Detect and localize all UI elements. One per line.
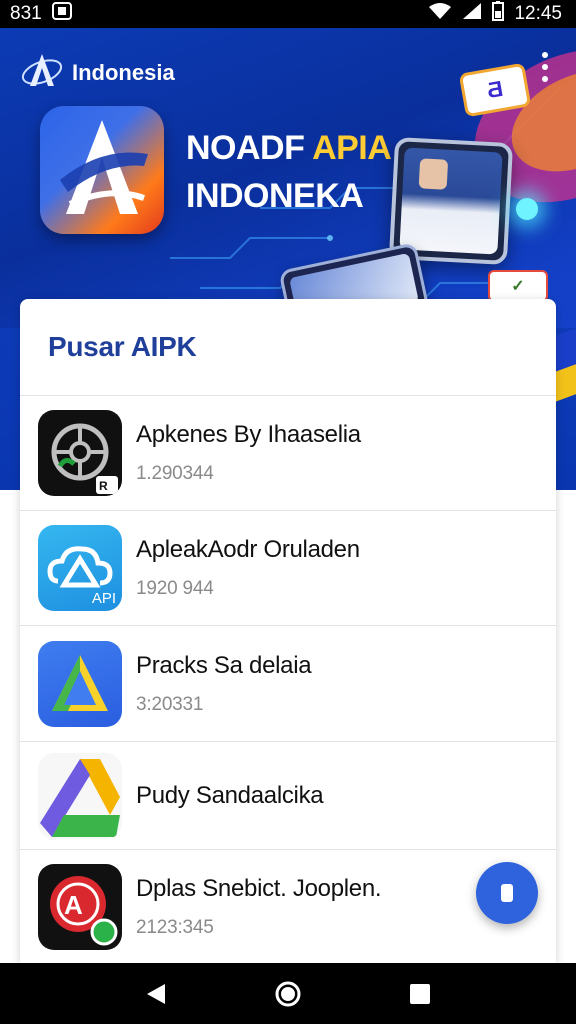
app-logo-icon: [40, 106, 164, 234]
dark-wheel-icon: R: [38, 410, 122, 496]
triangle-logo-icon: [38, 640, 122, 727]
app-icon-badge: API: [91, 590, 116, 607]
section-header: Pusar AIPK: [20, 299, 556, 396]
app-version: 2123:345: [136, 917, 214, 938]
svg-text:R: R: [99, 479, 108, 493]
app-list-item[interactable]: R Apkenes By Ihaaselia 1.290344: [20, 396, 556, 511]
home-icon[interactable]: [268, 974, 308, 1014]
section-title: Pusar AIPK: [48, 331, 197, 362]
app-list-item[interactable]: Pudy Sandaalcika: [20, 742, 556, 850]
app-list: R Apkenes By Ihaaselia 1.290344 API Aple…: [20, 396, 556, 963]
hero-title-b: APIA: [312, 129, 392, 167]
app-name: Dplas Snebict. Jooplen.: [136, 875, 382, 902]
back-icon[interactable]: [136, 974, 176, 1014]
app-list-card: Pusar AIPK R Apkenes By Ihaaselia 1.2903…: [20, 299, 556, 963]
signal-icon: [462, 2, 482, 26]
app-list-item[interactable]: API ApleakAodr Oruladen 1920 944: [20, 511, 556, 626]
recents-icon[interactable]: [400, 974, 440, 1014]
floating-action-button[interactable]: [476, 862, 538, 924]
app-version: 1.290344: [136, 463, 214, 484]
status-time-right: 12:45: [514, 3, 562, 24]
battery-icon: [492, 1, 505, 27]
app-name: Pudy Sandaalcika: [136, 781, 324, 809]
app-version: 3:20331: [136, 693, 204, 715]
cloud-icon: API: [38, 525, 122, 611]
wifi-icon: [428, 2, 452, 26]
brand-logo-icon: [20, 50, 64, 96]
brand-name: Indonesia: [72, 60, 175, 85]
app-version: 1920 944: [136, 578, 214, 599]
notification-icon: [51, 2, 72, 26]
red-a-icon: A: [38, 864, 122, 950]
app-list-item[interactable]: A Dplas Snebict. Jooplen. 2123:345: [20, 850, 556, 963]
drive-triangle-icon: [38, 752, 122, 839]
app-name: ApleakAodr Oruladen: [136, 536, 360, 563]
svg-text:A: A: [64, 890, 83, 920]
hero-badge-graphic: ✓: [488, 270, 548, 302]
hero-title-line2: INDONEKA: [186, 177, 364, 215]
system-navigation-bar: [0, 963, 576, 1024]
status-time-left: 831: [10, 3, 42, 24]
app-list-item[interactable]: Pracks Sa delaia 3:20331: [20, 626, 556, 742]
hero-title-a: NOADF: [186, 129, 305, 167]
more-options-icon[interactable]: [540, 52, 550, 82]
hero-title: NOADF APIA INDONEKA: [186, 124, 392, 220]
app-name: Apkenes By Ihaaselia: [136, 421, 361, 448]
app-name: Pracks Sa delaia: [136, 651, 312, 679]
status-bar: 831 12:45: [0, 0, 576, 28]
brand: Indonesia: [20, 50, 175, 96]
fab-icon: [501, 884, 513, 902]
